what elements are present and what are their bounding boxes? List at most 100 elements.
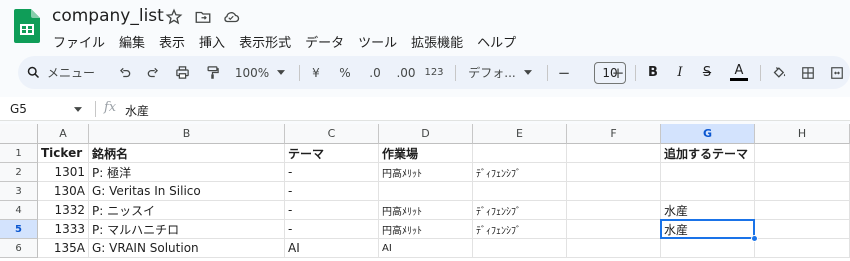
- cell-b2[interactable]: P: 極洋: [89, 163, 285, 182]
- cell-g2[interactable]: [661, 163, 755, 182]
- cell-a2[interactable]: 1301: [38, 163, 89, 182]
- italic-button[interactable]: I: [670, 56, 690, 89]
- cell-g6[interactable]: [661, 239, 755, 258]
- fill-color-button[interactable]: [768, 56, 790, 89]
- paint-format-button[interactable]: [201, 56, 223, 89]
- number-format-button[interactable]: 123: [422, 56, 446, 89]
- print-button[interactable]: [171, 56, 193, 89]
- redo-button[interactable]: [142, 56, 164, 89]
- cell-e2[interactable]: ﾃﾞｨﾌｪﾝｼﾌﾞ: [473, 163, 567, 182]
- cell-f4[interactable]: [567, 201, 661, 220]
- select-all-corner[interactable]: [0, 124, 38, 144]
- cell-b4[interactable]: P: ニッスイ: [89, 201, 285, 220]
- cell-c1[interactable]: テーマ: [285, 144, 379, 163]
- formula-input[interactable]: 水産: [125, 102, 149, 119]
- column-header-e[interactable]: E: [473, 124, 567, 144]
- cell-d6[interactable]: AI: [379, 239, 473, 258]
- cell-h3[interactable]: [755, 182, 850, 201]
- cell-e4[interactable]: ﾃﾞｨﾌｪﾝｼﾌﾞ: [473, 201, 567, 220]
- cell-e6[interactable]: [473, 239, 567, 258]
- fill-handle[interactable]: [751, 235, 758, 242]
- row-header-5[interactable]: 5: [0, 220, 38, 239]
- cell-c5[interactable]: -: [285, 220, 379, 239]
- percent-format-button[interactable]: %: [334, 56, 356, 89]
- cell-c4[interactable]: -: [285, 201, 379, 220]
- cell-f5[interactable]: [567, 220, 661, 239]
- cell-b3[interactable]: G: Veritas In Silico: [89, 182, 285, 201]
- decrease-font-size-button[interactable]: −: [554, 56, 574, 89]
- cell-d5[interactable]: 円高ﾒﾘｯﾄ: [379, 220, 473, 239]
- merge-cells-button[interactable]: [826, 56, 848, 89]
- cell-c6[interactable]: AI: [285, 239, 379, 258]
- row-header-4[interactable]: 4: [0, 201, 38, 220]
- cell-b5[interactable]: P: マルハニチロ: [89, 220, 285, 239]
- increase-font-size-button[interactable]: +: [608, 56, 628, 89]
- undo-button[interactable]: [114, 56, 136, 89]
- text-color-button[interactable]: A: [728, 56, 750, 89]
- column-header-a[interactable]: A: [38, 124, 89, 144]
- row-header-2[interactable]: 2: [0, 163, 38, 182]
- cell-h4[interactable]: [755, 201, 850, 220]
- cell-a4[interactable]: 1332: [38, 201, 89, 220]
- cell-a3[interactable]: 130A: [38, 182, 89, 201]
- cell-a1[interactable]: Ticker: [38, 144, 89, 163]
- cell-d3[interactable]: [379, 182, 473, 201]
- cell-e5[interactable]: ﾃﾞｨﾌｪﾝｼﾌﾞ: [473, 220, 567, 239]
- row-header-3[interactable]: 3: [0, 182, 38, 201]
- cell-e1[interactable]: [473, 144, 567, 163]
- cell-h1[interactable]: [755, 144, 850, 163]
- spreadsheet-grid[interactable]: A B C D E F G H 1 Ticker 銘柄名 テーマ 作業場 追加するテーマ 2 1301 P: 極…: [0, 124, 850, 261]
- bold-button[interactable]: B: [643, 56, 663, 89]
- menu-search-button[interactable]: メニュー: [26, 56, 122, 89]
- row-header-1[interactable]: 1: [0, 144, 38, 163]
- menu-insert[interactable]: 挿入: [192, 30, 232, 51]
- cell-f3[interactable]: [567, 182, 661, 201]
- column-header-h[interactable]: H: [755, 124, 850, 144]
- menu-view[interactable]: 表示: [152, 30, 192, 51]
- column-header-d[interactable]: D: [379, 124, 473, 144]
- cell-a5[interactable]: 1333: [38, 220, 89, 239]
- column-header-g[interactable]: G: [661, 124, 755, 144]
- cell-b6[interactable]: G: VRAIN Solution: [89, 239, 285, 258]
- zoom-select[interactable]: 100%: [230, 56, 290, 89]
- cell-h6[interactable]: [755, 239, 850, 258]
- cell-f6[interactable]: [567, 239, 661, 258]
- row-header-6[interactable]: 6: [0, 239, 38, 258]
- cell-d2[interactable]: 円高ﾒﾘｯﾄ: [379, 163, 473, 182]
- font-select[interactable]: デフォ...: [464, 56, 536, 89]
- increase-decimal-button[interactable]: .00: [392, 56, 420, 89]
- name-box[interactable]: G5: [10, 102, 27, 116]
- cell-c2[interactable]: -: [285, 163, 379, 182]
- currency-format-button[interactable]: ¥: [306, 56, 326, 89]
- menu-edit[interactable]: 編集: [112, 30, 152, 51]
- menu-help[interactable]: ヘルプ: [470, 30, 523, 51]
- cell-h2[interactable]: [755, 163, 850, 182]
- decrease-decimal-button[interactable]: .0: [362, 56, 388, 89]
- cell-f2[interactable]: [567, 163, 661, 182]
- cell-c3[interactable]: -: [285, 182, 379, 201]
- cell-g5[interactable]: 水産: [661, 220, 755, 239]
- column-header-c[interactable]: C: [285, 124, 379, 144]
- chevron-down-icon[interactable]: [74, 107, 82, 112]
- column-header-b[interactable]: B: [89, 124, 285, 144]
- menu-tools[interactable]: ツール: [351, 30, 404, 51]
- cell-h5[interactable]: [755, 220, 850, 239]
- cell-f1[interactable]: [567, 144, 661, 163]
- cell-b1[interactable]: 銘柄名: [89, 144, 285, 163]
- document-title[interactable]: company_list: [52, 6, 164, 26]
- cell-d1[interactable]: 作業場: [379, 144, 473, 163]
- cell-e3[interactable]: [473, 182, 567, 201]
- cell-g4[interactable]: 水産: [661, 201, 755, 220]
- menu-extensions[interactable]: 拡張機能: [404, 30, 470, 51]
- menu-format[interactable]: 表示形式: [232, 30, 298, 51]
- borders-button[interactable]: [797, 56, 819, 89]
- sheets-logo-icon[interactable]: [14, 9, 40, 43]
- cell-a6[interactable]: 135A: [38, 239, 89, 258]
- star-icon[interactable]: [165, 8, 183, 26]
- cell-d4[interactable]: 円高ﾒﾘｯﾄ: [379, 201, 473, 220]
- cell-g1[interactable]: 追加するテーマ: [661, 144, 755, 163]
- menu-data[interactable]: データ: [298, 30, 351, 51]
- menu-file[interactable]: ファイル: [46, 30, 112, 51]
- cell-g3[interactable]: [661, 182, 755, 201]
- strikethrough-button[interactable]: S: [697, 56, 717, 89]
